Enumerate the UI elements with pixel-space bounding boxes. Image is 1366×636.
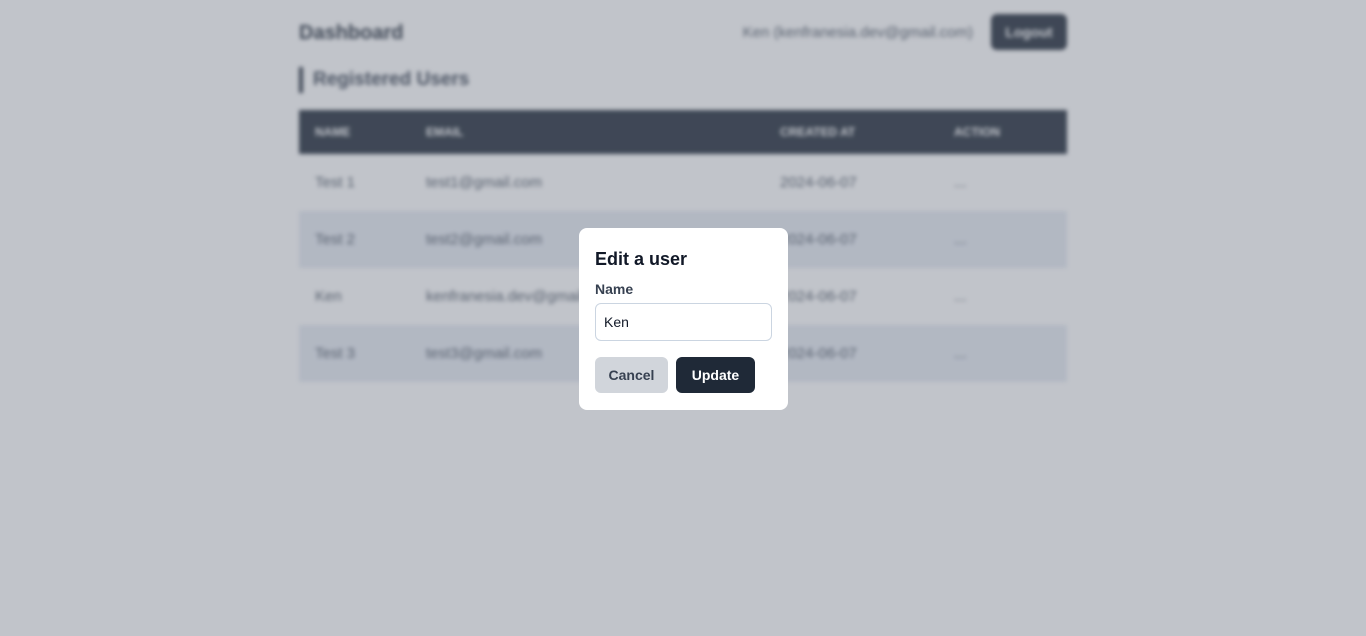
modal-actions: Cancel Update [595,357,772,393]
name-input[interactable] [595,303,772,341]
name-field-label: Name [595,281,634,297]
modal-title: Edit a user [595,249,688,269]
update-button[interactable]: Update [676,357,755,393]
edit-user-modal: Edit a user Name Cancel Update [579,228,788,410]
cancel-button[interactable]: Cancel [595,357,668,393]
